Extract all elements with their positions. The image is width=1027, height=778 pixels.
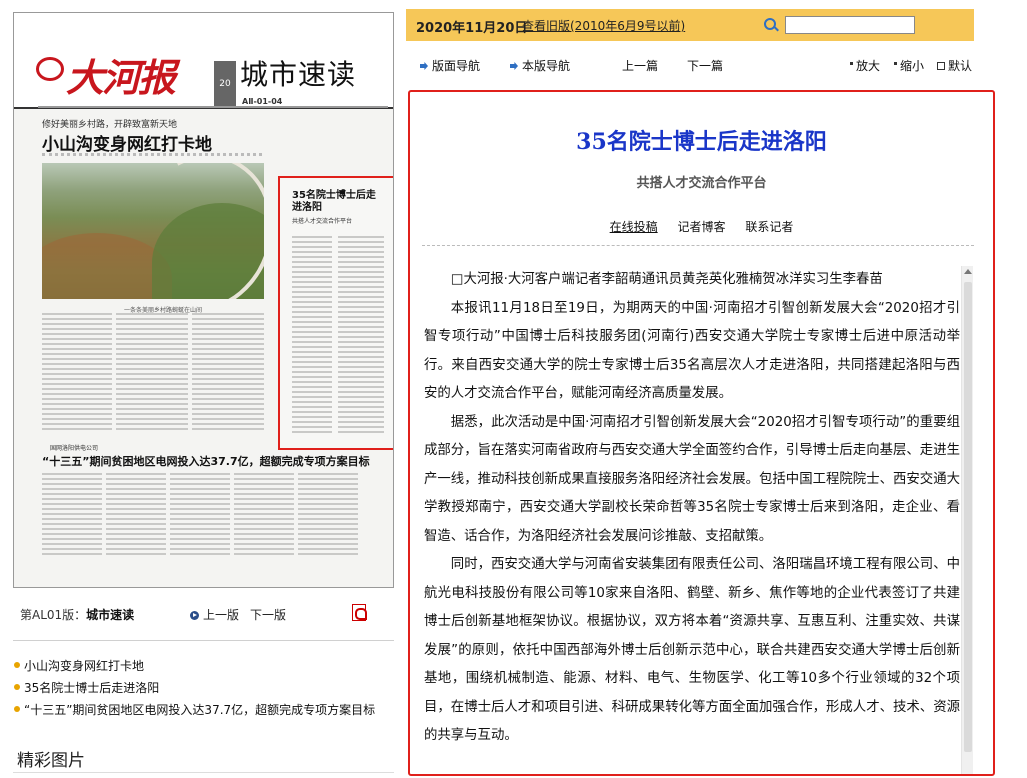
arrow-right-icon	[190, 611, 199, 620]
bottom-kicker: 国网洛阳供电公司	[50, 445, 99, 452]
plus-icon	[850, 62, 853, 65]
pdf-icon[interactable]	[352, 604, 367, 621]
left-column: 大河报 20 城市速读 AⅡ-01-04 修好美丽乡村路，开辟致富新天地 小山沟…	[0, 0, 400, 778]
highlighted-article-title: 35名院士博士后走进洛阳	[292, 190, 376, 213]
newspaper-page-thumbnail[interactable]: 大河报 20 城市速读 AⅡ-01-04 修好美丽乡村路，开辟致富新天地 小山沟…	[13, 12, 394, 588]
article-title: 35名院士博士后走进洛阳	[576, 129, 827, 155]
text-column	[42, 313, 112, 433]
submit-online-link[interactable]: 在线投稿	[610, 220, 658, 234]
bullet-icon	[14, 706, 20, 712]
article-paragraph: 同时，西安交通大学与河南省安装集团有限责任公司、洛阳瑞昌环境工程有限公司、中航光…	[424, 557, 960, 743]
logo-emblem-icon	[36, 57, 64, 81]
page-pager: 第AL01版：城市速读 上一版 下一版	[20, 604, 390, 624]
zoom-in-button[interactable]: 放大	[850, 57, 880, 74]
arrow-right-icon	[510, 62, 518, 70]
text-column	[106, 473, 166, 557]
minus-icon	[894, 62, 897, 65]
edition-mark: 20	[214, 61, 236, 107]
lead-byline	[42, 153, 262, 161]
article-byline: □大河报·大河客户端记者李韶萌通讯员黄尧英化雅楠贺冰洋实习生李春苗	[450, 272, 883, 287]
lead-kicker: 修好美丽乡村路，开辟致富新天地	[42, 120, 178, 130]
bullet-icon	[14, 684, 20, 690]
text-column	[42, 473, 102, 557]
this-page-nav-link[interactable]: 本版导航	[510, 57, 570, 74]
text-column	[170, 473, 230, 557]
page-code: AⅡ-01-04	[242, 97, 283, 106]
section-title: 城市速读	[240, 58, 357, 91]
list-item[interactable]: 35名院士博士后走进洛阳	[14, 680, 375, 702]
old-edition-link[interactable]: 查看旧版(2010年6月9号以前)	[522, 17, 685, 34]
divider	[13, 640, 394, 641]
article-links: 在线投稿 记者博客 联系记者	[410, 218, 993, 235]
article-list: 小山沟变身网红打卡地 35名院士博士后走进洛阳 “十三五”期间贫困地区电网投入达…	[14, 658, 375, 724]
issue-date: 2020年11月20日	[416, 21, 528, 36]
bottom-headline[interactable]: “十三五”期间贫困地区电网投入达37.7亿，超额完成专项方案目标	[42, 453, 370, 469]
page-nav-link[interactable]: 版面导航	[420, 57, 480, 74]
article-paragraph: 本报讯11月18日至19日，为期两天的中国·河南招才引智创新发展大会“2020招…	[424, 300, 960, 402]
reporter-blog-link[interactable]: 记者博客	[677, 220, 725, 234]
highlighted-article-subtitle: 共搭人才交流合作平台	[292, 218, 353, 225]
masthead-rule	[38, 106, 388, 108]
scroll-up-icon[interactable]	[964, 269, 972, 274]
divider	[13, 772, 394, 773]
search-icon[interactable]	[764, 18, 776, 30]
divider	[422, 245, 974, 246]
search-input[interactable]	[785, 16, 915, 34]
lead-photo	[42, 163, 264, 299]
text-column	[292, 236, 332, 436]
contact-reporter-link[interactable]: 联系记者	[745, 220, 793, 234]
list-item[interactable]: 小山沟变身网红打卡地	[14, 658, 375, 680]
default-size-button[interactable]: 默认	[937, 57, 972, 74]
arrow-right-icon	[420, 62, 428, 70]
bullet-icon	[14, 662, 20, 668]
text-column	[234, 473, 294, 557]
article-panel: 35名院士博士后走进洛阳 共搭人才交流合作平台 在线投稿 记者博客 联系记者 □…	[408, 90, 995, 776]
prev-page-button[interactable]: 上一版	[190, 606, 239, 623]
gallery-heading: 精彩图片	[17, 751, 85, 771]
text-column	[298, 473, 358, 557]
lead-headline[interactable]: 小山沟变身网红打卡地	[42, 130, 212, 155]
text-column	[338, 236, 384, 436]
article-body: □大河报·大河客户端记者李韶萌通讯员黄尧英化雅楠贺冰洋实习生李春苗 本报讯11月…	[424, 266, 960, 751]
zoom-out-button[interactable]: 缩小	[894, 57, 924, 74]
next-page-button[interactable]: 下一版	[250, 606, 286, 623]
text-column	[192, 313, 264, 433]
article-nav: 版面导航 本版导航 上一篇 下一篇 放大 缩小 默认	[420, 57, 980, 75]
prev-article-link[interactable]: 上一篇	[622, 57, 658, 74]
highlighted-article-region[interactable]: 35名院士博士后走进洛阳 共搭人才交流合作平台	[278, 176, 393, 450]
masthead: 大河报 20 城市速读 AⅡ-01-04	[14, 13, 393, 109]
article-subtitle: 共搭人才交流合作平台	[636, 176, 767, 191]
page-label: 第AL01版：城市速读	[20, 608, 135, 622]
date-bar: 2020年11月20日 查看旧版(2010年6月9号以前)	[406, 9, 974, 41]
reset-icon	[937, 62, 945, 70]
newspaper-logo: 大河报	[66, 55, 176, 100]
scrollbar-thumb[interactable]	[964, 282, 972, 752]
text-column	[116, 313, 188, 433]
next-article-link[interactable]: 下一篇	[687, 57, 723, 74]
article-scrollbar[interactable]	[961, 266, 973, 774]
list-item[interactable]: “十三五”期间贫困地区电网投入达37.7亿，超额完成专项方案目标	[14, 702, 375, 724]
article-paragraph: 据悉，此次活动是中国·河南招才引智创新发展大会“2020招才引智专项行动”的重要…	[424, 414, 960, 544]
